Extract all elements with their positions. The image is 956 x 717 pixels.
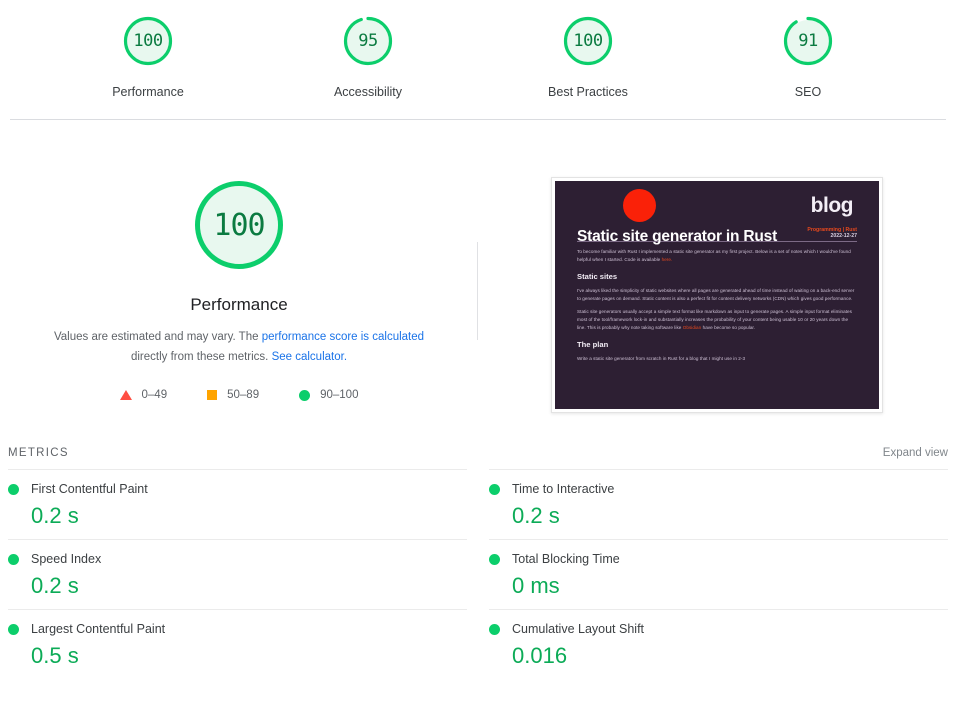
metrics-grid: First Contentful Paint 0.2 s Speed Index… — [0, 469, 956, 679]
description-lead-text: Values are estimated and may vary. The — [53, 331, 262, 343]
status-circle-icon — [489, 623, 500, 635]
page-title: Performance — [190, 295, 288, 314]
metric-value: 0.2 s — [31, 573, 79, 598]
score-gauge-accessibility[interactable]: 95 Accessibility — [284, 14, 452, 99]
metrics-column-right: Time to Interactive 0.2 s Total Blocking… — [489, 469, 948, 679]
legend-range-label: 0–49 — [141, 389, 168, 401]
gauge-label: SEO — [794, 85, 822, 99]
score-range-legend: 0–49 50–89 90–100 — [119, 389, 358, 401]
score-gauge-seo[interactable]: 91 SEO — [724, 14, 892, 99]
metrics-column-left: First Contentful Paint 0.2 s Speed Index… — [8, 469, 467, 679]
final-screenshot-frame: blog Static site generator in Rust Progr… — [551, 177, 883, 413]
gauge-ring-best-practices: 100 — [561, 14, 615, 68]
performance-summary: 100 Performance Values are estimated and… — [0, 177, 478, 401]
metric-header: Speed Index — [8, 552, 467, 566]
thumbnail-brand: blog — [810, 193, 854, 217]
final-screenshot-image: blog Static site generator in Rust Progr… — [555, 181, 879, 409]
score-gauge-best-practices[interactable]: 100 Best Practices — [504, 14, 672, 99]
gauge-score-value: 95 — [358, 31, 378, 51]
metric-label: First Contentful Paint — [31, 482, 148, 496]
metric-header: First Contentful Paint — [8, 482, 467, 496]
score-gauge-list: 100 Performance 95 Accessibility 100 Bes… — [0, 14, 956, 99]
thumbnail-article: Static site generator in Rust Programmin… — [555, 222, 879, 363]
gauge-ring-seo: 91 — [781, 14, 835, 68]
metric-item-speed-index[interactable]: Speed Index 0.2 s — [8, 539, 467, 609]
thumbnail-section2-title: The plan — [577, 340, 609, 350]
final-screenshot-container: blog Static site generator in Rust Progr… — [478, 177, 956, 413]
legend-range-label: 50–89 — [227, 389, 260, 401]
metric-value: 0.2 s — [31, 503, 79, 528]
performance-score-value: 100 — [213, 207, 265, 243]
performance-hero-section: 100 Performance Values are estimated and… — [0, 120, 956, 413]
status-circle-icon — [8, 483, 19, 495]
description-mid-text: directly from these metrics. — [130, 351, 272, 363]
gauge-label: Performance — [112, 85, 184, 99]
thumbnail-intro-link: here. — [661, 256, 673, 262]
thumbnail-section1-p2-b: have become so popular. — [701, 324, 756, 330]
thumbnail-section1-p1: I've always liked the simplicity of stat… — [577, 288, 855, 301]
legend-item-fail: 0–49 — [119, 389, 168, 401]
metric-label: Speed Index — [31, 552, 102, 566]
see-calculator-link[interactable]: See calculator. — [272, 351, 347, 363]
performance-score-calculated-link[interactable]: performance score is calculated — [262, 331, 424, 343]
thumbnail-header: blog — [555, 181, 879, 222]
performance-description: Values are estimated and may vary. The p… — [39, 327, 439, 367]
status-circle-icon — [8, 623, 19, 635]
thumbnail-date: 2022-12-27 — [830, 233, 857, 239]
metric-label: Time to Interactive — [512, 482, 615, 496]
gauge-score-value: 91 — [798, 31, 818, 51]
legend-item-pass: 90–100 — [299, 389, 358, 401]
gauge-ring-performance: 100 — [121, 14, 175, 68]
gauge-label: Accessibility — [333, 85, 403, 99]
metric-value: 0.016 — [512, 643, 568, 668]
legend-item-average: 50–89 — [207, 389, 259, 401]
triangle-icon — [119, 390, 132, 400]
thumbnail-section2-p1: Write a static site generator from scrat… — [577, 356, 746, 362]
thumbnail-intro-paragraph: To become familiar with Rust I implement… — [577, 248, 857, 263]
metrics-header: METRICS Expand view — [0, 447, 956, 459]
legend-range-label: 90–100 — [320, 389, 359, 401]
gauge-label: Best Practices — [548, 85, 628, 99]
metric-label: Total Blocking Time — [512, 552, 620, 566]
metric-value: 0.2 s — [512, 503, 560, 528]
status-circle-icon — [489, 553, 500, 565]
thumbnail-section1-p2: Static site generators usually accept a … — [577, 308, 857, 331]
gauge-score-value: 100 — [133, 31, 163, 51]
avatar-circle-icon — [623, 189, 656, 222]
score-summary-bar: 100 Performance 95 Accessibility 100 Bes… — [0, 0, 956, 120]
thumbnail-intro-text: To become familiar with Rust I implement… — [577, 249, 851, 262]
status-circle-icon — [8, 553, 19, 565]
metric-item-cumulative-layout-shift[interactable]: Cumulative Layout Shift 0.016 — [489, 609, 948, 679]
vertical-divider — [477, 242, 478, 340]
metric-item-largest-contentful-paint[interactable]: Largest Contentful Paint 0.5 s — [8, 609, 467, 679]
thumbnail-section1-p2-link: Obsidian — [682, 324, 702, 330]
metric-item-first-contentful-paint[interactable]: First Contentful Paint 0.2 s — [8, 469, 467, 539]
status-circle-icon — [489, 483, 500, 495]
gauge-ring-accessibility: 95 — [341, 14, 395, 68]
metric-item-time-to-interactive[interactable]: Time to Interactive 0.2 s — [489, 469, 948, 539]
performance-gauge-large: 100 — [191, 177, 287, 273]
circle-icon — [299, 389, 311, 401]
metric-header: Total Blocking Time — [489, 552, 948, 566]
expand-view-toggle[interactable]: Expand view — [883, 447, 948, 459]
metric-label: Cumulative Layout Shift — [512, 622, 645, 636]
gauge-score-value: 100 — [573, 31, 603, 51]
thumbnail-section1-title: Static sites — [577, 272, 618, 282]
metric-value: 0 ms — [512, 573, 560, 598]
metric-label: Largest Contentful Paint — [31, 622, 166, 636]
metric-header: Largest Contentful Paint — [8, 622, 467, 636]
metric-header: Time to Interactive — [489, 482, 948, 496]
metric-header: Cumulative Layout Shift — [489, 622, 948, 636]
metric-value: 0.5 s — [31, 643, 79, 668]
metrics-section-label: METRICS — [8, 447, 69, 459]
score-gauge-performance[interactable]: 100 Performance — [64, 14, 232, 99]
square-icon — [207, 390, 218, 400]
metric-item-total-blocking-time[interactable]: Total Blocking Time 0 ms — [489, 539, 948, 609]
